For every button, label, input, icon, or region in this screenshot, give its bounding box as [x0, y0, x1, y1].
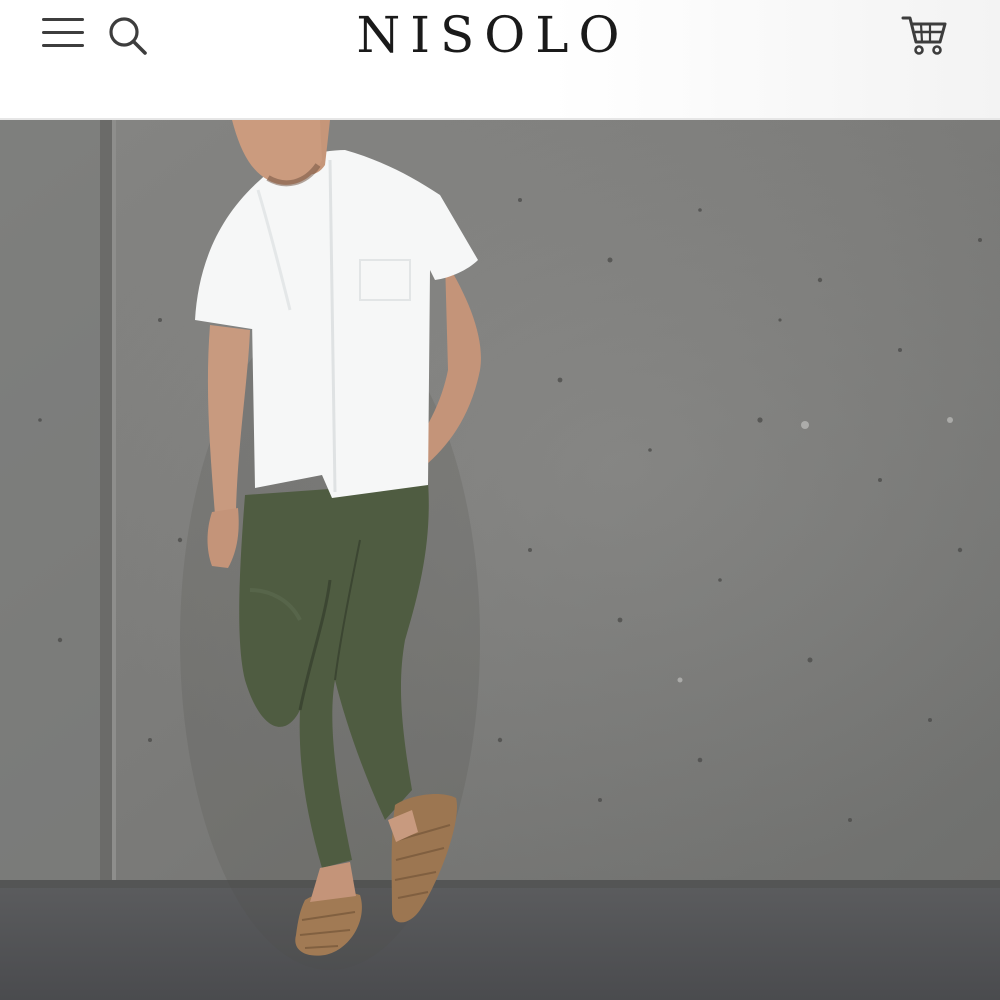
- brand-logo[interactable]: NISOLO: [340, 6, 646, 64]
- menu-line: [42, 44, 84, 47]
- site-header: NISOLO: [0, 0, 1000, 120]
- pavement-ground: [0, 885, 1000, 1000]
- wall-panel-seam: [100, 120, 112, 890]
- shopping-cart-icon[interactable]: [900, 12, 950, 58]
- menu-line: [42, 18, 84, 21]
- hamburger-menu-icon[interactable]: [40, 16, 86, 52]
- search-icon[interactable]: [106, 14, 150, 58]
- hero-image[interactable]: [0, 120, 1000, 1000]
- menu-line: [42, 31, 84, 34]
